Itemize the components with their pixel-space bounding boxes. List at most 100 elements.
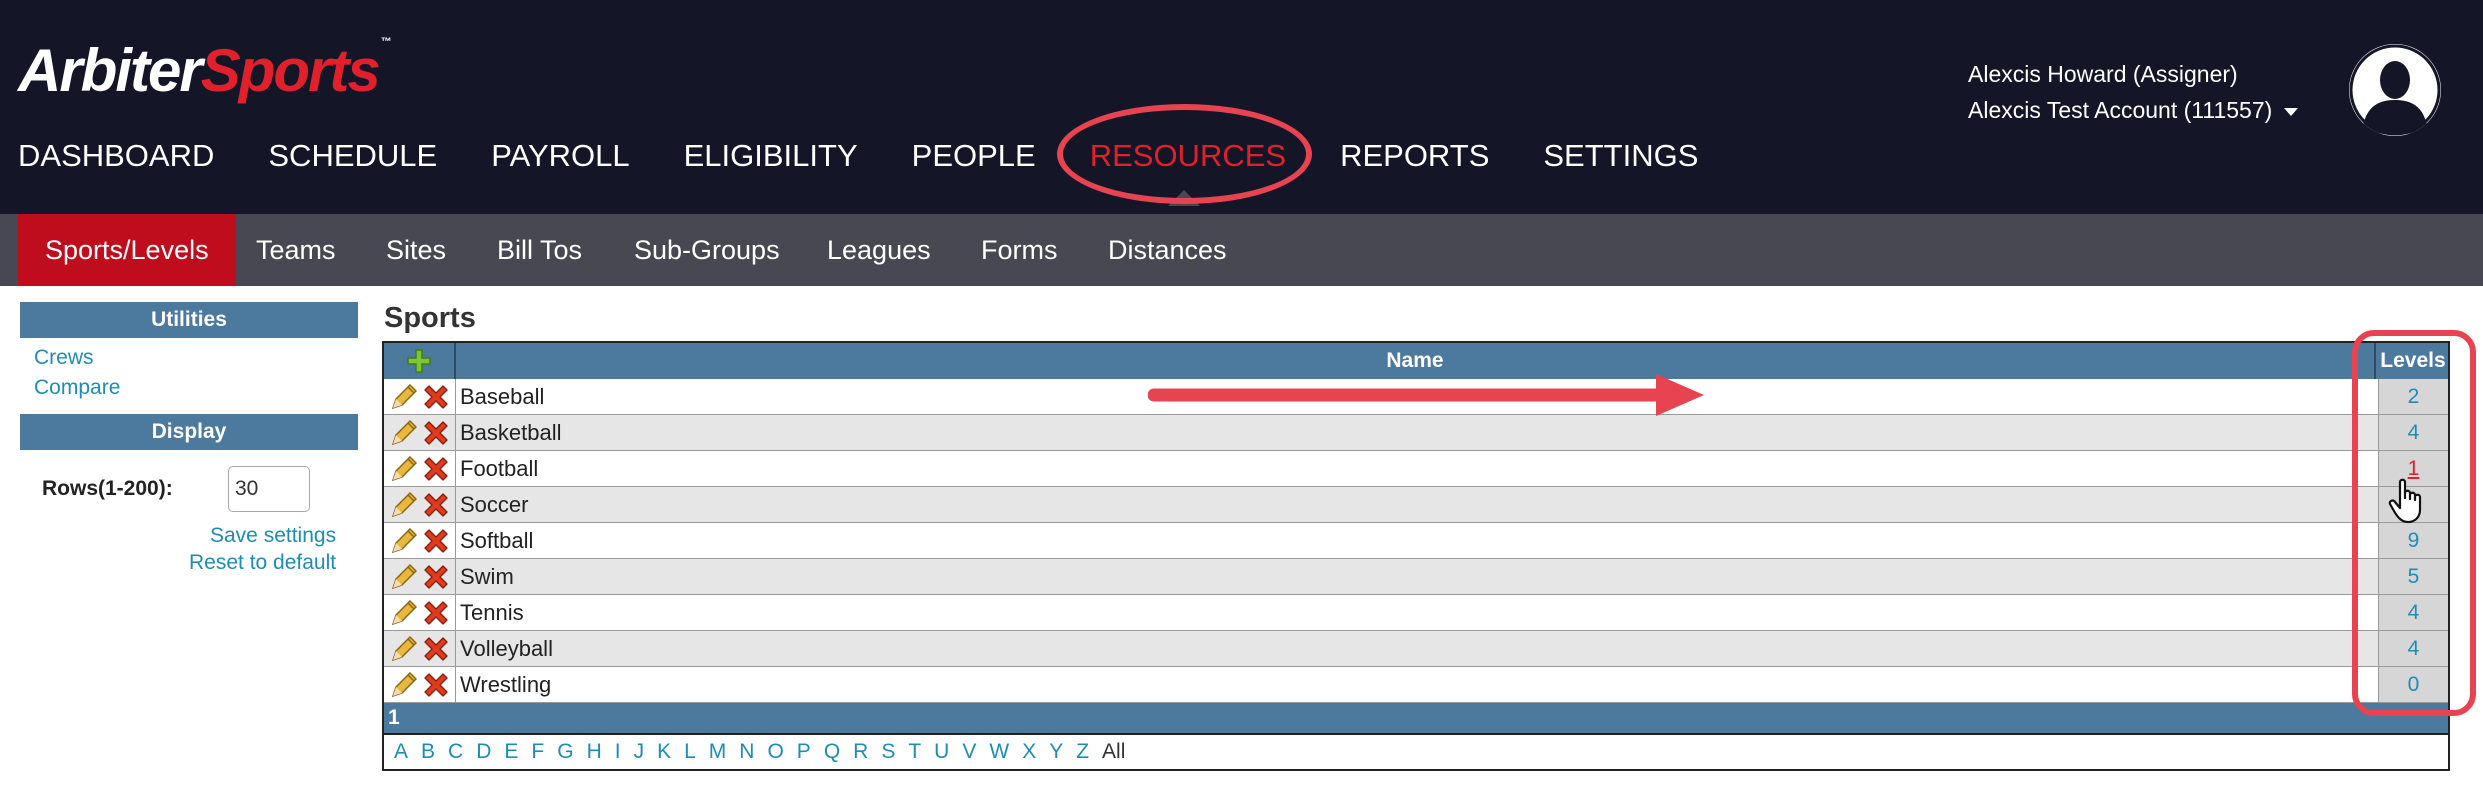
table-row: Football 1 (384, 451, 2448, 487)
nav-schedule[interactable]: SCHEDULE (268, 138, 437, 182)
reset-to-default-link[interactable]: Reset to default (189, 551, 336, 575)
pencil-icon[interactable] (389, 418, 419, 448)
account-selector[interactable]: Alexcis Test Account (111557) (1968, 92, 2299, 128)
tab-sites[interactable]: Sites (386, 214, 446, 286)
alpha-letter-p[interactable]: P (797, 740, 811, 764)
nav-settings[interactable]: SETTINGS (1543, 138, 1698, 182)
caret-down-icon (2284, 107, 2299, 116)
table-row: Soccer (384, 487, 2448, 523)
logo-text-sports: Sports (200, 37, 381, 104)
alpha-letter-r[interactable]: R (853, 740, 868, 764)
alpha-letter-b[interactable]: B (421, 740, 435, 764)
nav-reports[interactable]: REPORTS (1340, 138, 1489, 182)
table-row: Volleyball 4 (384, 631, 2448, 667)
alpha-letter-k[interactable]: K (657, 740, 671, 764)
tab-bill-tos[interactable]: Bill Tos (497, 214, 582, 286)
logo-text-arbiter: Arbiter (18, 37, 203, 104)
pencil-icon[interactable] (389, 454, 419, 484)
row-actions (384, 415, 456, 450)
rows-label: Rows(1-200): (42, 477, 173, 500)
alpha-letter-s[interactable]: S (881, 740, 895, 764)
alpha-letter-c[interactable]: C (448, 740, 463, 764)
account-name: Alexcis Test Account (111557) (1968, 97, 2273, 123)
pencil-icon[interactable] (389, 598, 419, 628)
tab-sports-levels[interactable]: Sports/Levels (18, 214, 236, 286)
alpha-letter-v[interactable]: V (962, 740, 976, 764)
row-actions (384, 451, 456, 486)
table-row: Basketball 4 (384, 415, 2448, 451)
nav-eligibility[interactable]: ELIGIBILITY (684, 138, 858, 182)
alpha-letter-a[interactable]: A (394, 740, 408, 764)
logo-trademark: ™ (380, 36, 392, 48)
delete-x-icon[interactable] (421, 598, 451, 628)
page-number[interactable]: 1 (388, 706, 400, 729)
alpha-all[interactable]: All (1102, 740, 1125, 764)
delete-x-icon[interactable] (421, 490, 451, 520)
hand-pointer-icon (2388, 478, 2422, 524)
alpha-letter-g[interactable]: G (557, 740, 573, 764)
alpha-letter-m[interactable]: M (709, 740, 727, 764)
delete-x-icon[interactable] (421, 382, 451, 412)
pencil-icon[interactable] (389, 490, 419, 520)
user-name: Alexcis Howard (Assigner) (1968, 61, 2238, 87)
nav-payroll[interactable]: PAYROLL (491, 138, 629, 182)
tab-leagues[interactable]: Leagues (827, 214, 931, 286)
sport-name: Tennis (460, 600, 524, 625)
main-nav: DASHBOARD SCHEDULE PAYROLL ELIGIBILITY P… (18, 138, 1752, 182)
table-row: Wrestling 0 (384, 667, 2448, 703)
tab-teams[interactable]: Teams (256, 214, 336, 286)
alpha-letter-y[interactable]: Y (1049, 740, 1063, 764)
nav-people[interactable]: PEOPLE (912, 138, 1036, 182)
alpha-letter-h[interactable]: H (587, 740, 602, 764)
pencil-icon[interactable] (389, 382, 419, 412)
delete-x-icon[interactable] (421, 670, 451, 700)
rows-input[interactable] (228, 466, 310, 512)
alpha-letter-u[interactable]: U (934, 740, 949, 764)
pencil-icon[interactable] (389, 670, 419, 700)
sport-name: Football (460, 456, 539, 481)
add-sport-button[interactable] (384, 343, 456, 379)
user-info: Alexcis Howard (Assigner) Alexcis Test A… (1968, 56, 2299, 128)
alpha-letter-d[interactable]: D (476, 740, 491, 764)
tab-sub-groups[interactable]: Sub-Groups (634, 214, 780, 286)
arbitersports-logo[interactable]: ArbiterSports ™ (18, 36, 392, 105)
delete-x-icon[interactable] (421, 418, 451, 448)
row-actions (384, 523, 456, 558)
alpha-letter-w[interactable]: W (989, 740, 1009, 764)
alpha-letter-n[interactable]: N (739, 740, 754, 764)
alpha-letter-j[interactable]: J (634, 740, 645, 764)
top-header: ArbiterSports ™ DASHBOARD SCHEDULE PAYROL… (0, 0, 2483, 214)
utilities-header: Utilities (20, 302, 358, 338)
table-row: Swim 5 (384, 559, 2448, 595)
delete-x-icon[interactable] (421, 454, 451, 484)
pencil-icon[interactable] (389, 562, 419, 592)
sport-name: Soccer (460, 492, 529, 517)
crews-link[interactable]: Crews (34, 346, 94, 370)
sub-nav: Sports/Levels Teams Sites Bill Tos Sub-G… (0, 214, 2483, 286)
alpha-letter-e[interactable]: E (504, 740, 518, 764)
display-header: Display (20, 414, 358, 450)
row-actions (384, 631, 456, 666)
row-actions (384, 487, 456, 522)
plus-icon (407, 349, 431, 373)
sport-name: Basketball (460, 420, 562, 445)
alpha-letter-q[interactable]: Q (824, 740, 840, 764)
alpha-letter-f[interactable]: F (531, 740, 544, 764)
delete-x-icon[interactable] (421, 526, 451, 556)
alpha-letter-z[interactable]: Z (1076, 740, 1089, 764)
alpha-letter-t[interactable]: T (908, 740, 921, 764)
save-settings-link[interactable]: Save settings (210, 524, 336, 548)
compare-link[interactable]: Compare (34, 376, 120, 400)
alpha-letter-x[interactable]: X (1022, 740, 1036, 764)
tab-forms[interactable]: Forms (981, 214, 1058, 286)
alpha-letter-l[interactable]: L (684, 740, 696, 764)
user-avatar-icon[interactable] (2349, 44, 2441, 136)
delete-x-icon[interactable] (421, 634, 451, 664)
alpha-letter-i[interactable]: I (615, 740, 621, 764)
tab-distances[interactable]: Distances (1108, 214, 1227, 286)
pencil-icon[interactable] (389, 634, 419, 664)
alpha-letter-o[interactable]: O (767, 740, 783, 764)
pencil-icon[interactable] (389, 526, 419, 556)
nav-dashboard[interactable]: DASHBOARD (18, 138, 214, 182)
delete-x-icon[interactable] (421, 562, 451, 592)
